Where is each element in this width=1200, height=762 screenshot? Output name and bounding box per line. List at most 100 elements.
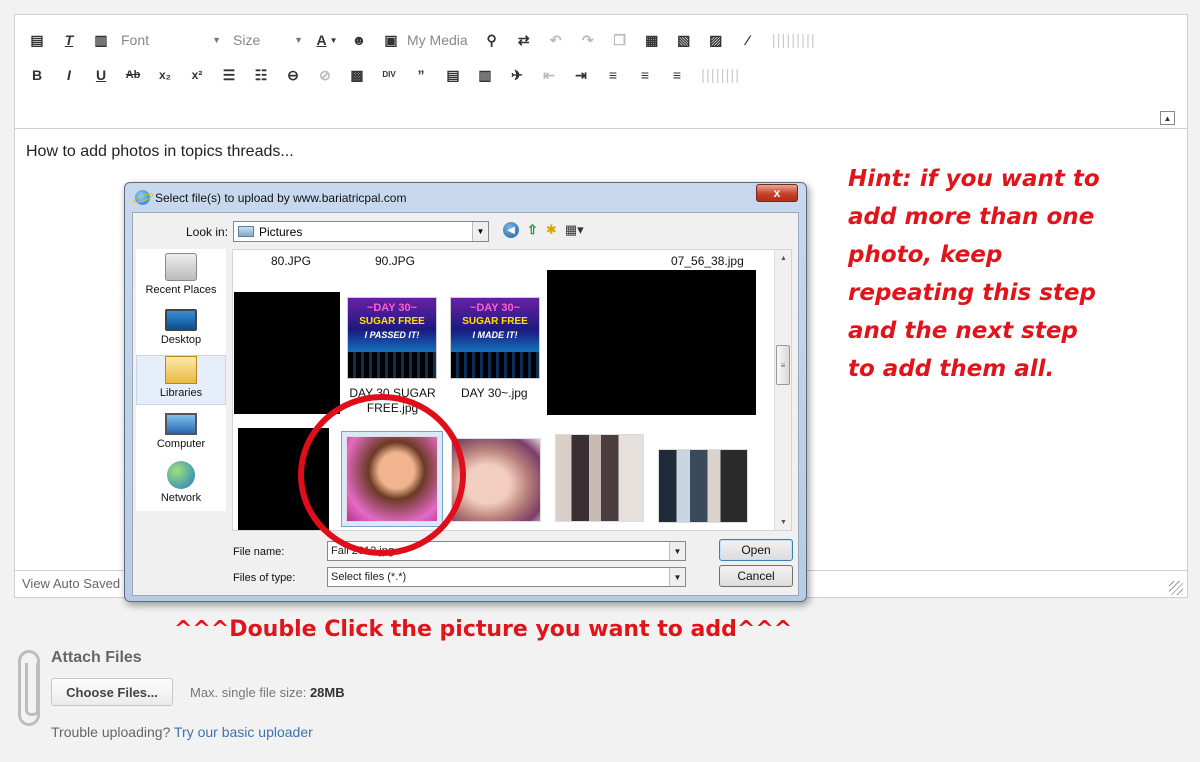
paste-icon[interactable]: ▥ bbox=[89, 28, 113, 52]
place-recent-places[interactable]: Recent Places bbox=[136, 253, 226, 301]
bold-icon[interactable]: B bbox=[25, 63, 49, 87]
dialog-titlebar[interactable]: Select file(s) to upload by www.bariatri… bbox=[135, 190, 406, 205]
open-button[interactable]: Open bbox=[719, 539, 793, 561]
place-computer[interactable]: Computer bbox=[136, 409, 226, 457]
thumbnail-text: SUGAR FREE bbox=[359, 316, 425, 327]
scroll-up-icon[interactable]: ▲ bbox=[775, 250, 791, 266]
place-label: Desktop bbox=[160, 334, 202, 346]
hint-line: to add them all. bbox=[848, 356, 1055, 382]
font-select[interactable]: Font ▼ bbox=[121, 28, 221, 52]
toolbar-grip-icon: |||||||| bbox=[701, 66, 741, 84]
save-icon[interactable]: ▣ bbox=[379, 28, 403, 52]
up-folder-icon[interactable]: ⇧ bbox=[527, 222, 538, 238]
files-of-type-select[interactable]: Select files (*.*) ▼ bbox=[327, 567, 686, 587]
emoji-icon[interactable]: ☻ bbox=[347, 28, 371, 52]
file-upload-dialog[interactable]: Select file(s) to upload by www.bariatri… bbox=[124, 182, 807, 602]
div-icon[interactable]: DIV bbox=[377, 63, 401, 87]
editor-content-text[interactable]: How to add photos in topics threads... bbox=[26, 143, 294, 161]
chevron-down-icon[interactable]: ▼ bbox=[472, 222, 488, 241]
computer-icon bbox=[165, 413, 197, 435]
file-list-scrollbar[interactable]: ▲ ≡ ▼ bbox=[774, 250, 791, 530]
undo-icon[interactable]: ↶ bbox=[544, 28, 568, 52]
thumbnail-text: SUGAR FREE bbox=[462, 316, 528, 327]
file-item-label[interactable]: DAY 30~.jpg bbox=[461, 386, 528, 400]
file-item-label[interactable]: 07_56_38.jpg bbox=[671, 254, 744, 268]
dialog-nav-buttons: ◀ ⇧ ✱ ▦▾ bbox=[503, 222, 592, 238]
replace-icon[interactable]: ⇄ bbox=[512, 28, 536, 52]
resize-handle-icon[interactable] bbox=[1169, 581, 1183, 595]
toolbar-row-1: ▤ T ▥ Font ▼ Size ▼ A ▼ ☻ ▣ My Media ⚲ ⇄ ↶ … bbox=[25, 27, 816, 53]
redacted-thumbnail[interactable] bbox=[234, 292, 340, 414]
file-item-label[interactable]: 80.JPG bbox=[271, 254, 311, 268]
hint-line: repeating this step bbox=[848, 280, 1096, 306]
instruction-annotation: ^^^Double Click the picture you want to … bbox=[174, 617, 793, 642]
bulleted-list-icon[interactable]: ☰ bbox=[217, 63, 241, 87]
numbered-list-icon[interactable]: ☷ bbox=[249, 63, 273, 87]
file-item-label[interactable]: 90.JPG bbox=[375, 254, 415, 268]
italic-icon[interactable]: I bbox=[57, 63, 81, 87]
collapse-toolbar-icon[interactable]: ▲ bbox=[1160, 111, 1175, 125]
align-left-icon[interactable]: ≡ bbox=[601, 63, 625, 87]
redacted-thumbnail[interactable] bbox=[547, 270, 756, 415]
new-folder-icon[interactable]: ✱ bbox=[546, 222, 557, 238]
place-desktop[interactable]: Desktop bbox=[136, 305, 226, 353]
text-color-icon[interactable]: A ▼ bbox=[315, 28, 339, 52]
dialog-title: Select file(s) to upload by www.bariatri… bbox=[155, 190, 407, 205]
scroll-down-icon[interactable]: ▼ bbox=[775, 514, 791, 530]
file-thumbnail-day30-sugar-free[interactable]: ~DAY 30~ SUGAR FREE I PASSED IT! bbox=[347, 297, 437, 379]
thumbnail-text: I MADE IT! bbox=[472, 330, 518, 340]
red-circle-annotation bbox=[298, 394, 466, 556]
remove-format-icon[interactable]: T bbox=[57, 28, 81, 52]
place-label: Recent Places bbox=[145, 284, 217, 296]
image-icon[interactable]: ▩ bbox=[345, 63, 369, 87]
paste-special-icon[interactable]: ▨ bbox=[704, 28, 728, 52]
superscript-icon[interactable]: x² bbox=[185, 63, 209, 87]
strikethrough-icon[interactable]: Ab bbox=[121, 63, 145, 87]
choose-files-button[interactable]: Choose Files... bbox=[51, 678, 173, 706]
file-thumbnail-before-after[interactable] bbox=[658, 449, 748, 523]
code-icon[interactable]: ▥ bbox=[473, 63, 497, 87]
size-select[interactable]: Size ▼ bbox=[233, 28, 303, 52]
align-right-icon[interactable]: ≡ bbox=[665, 63, 689, 87]
table-icon[interactable]: ▤ bbox=[441, 63, 465, 87]
indent-icon[interactable]: ⇥ bbox=[569, 63, 593, 87]
redo-icon[interactable]: ↷ bbox=[576, 28, 600, 52]
view-menu-icon[interactable]: ▦▾ bbox=[565, 222, 584, 238]
place-label: Network bbox=[160, 492, 202, 504]
source-icon[interactable]: ▤ bbox=[25, 28, 49, 52]
thumbnail-crowd-art bbox=[451, 352, 539, 378]
place-network[interactable]: Network bbox=[136, 461, 226, 509]
paste-word-icon[interactable]: ▧ bbox=[672, 28, 696, 52]
my-media-button[interactable]: My Media bbox=[407, 28, 468, 52]
align-center-icon[interactable]: ≡ bbox=[633, 63, 657, 87]
cancel-button[interactable]: Cancel bbox=[719, 565, 793, 587]
paste-text-icon[interactable]: ▦ bbox=[640, 28, 664, 52]
look-in-label: Look in: bbox=[186, 225, 229, 239]
copy-icon[interactable]: ❐ bbox=[608, 28, 632, 52]
file-thumbnail-day30[interactable]: ~DAY 30~ SUGAR FREE I MADE IT! bbox=[450, 297, 540, 379]
place-libraries[interactable]: Libraries bbox=[136, 355, 226, 405]
toolbar-grip-icon: ||||||||| bbox=[771, 31, 816, 49]
look-in-select[interactable]: Pictures ▼ bbox=[233, 221, 489, 242]
subscript-icon[interactable]: x₂ bbox=[153, 63, 177, 87]
chevron-down-icon[interactable]: ▼ bbox=[669, 568, 685, 586]
quote-icon[interactable]: ” bbox=[409, 63, 433, 87]
underline-icon[interactable]: U bbox=[89, 63, 113, 87]
twitter-icon[interactable]: ✈ bbox=[505, 63, 529, 87]
thumbnail-crowd-art bbox=[348, 352, 436, 378]
view-auto-saved-link[interactable]: View Auto Saved bbox=[22, 576, 120, 591]
places-bar: Recent Places Desktop Libraries Computer… bbox=[136, 249, 226, 511]
chevron-down-icon[interactable]: ▼ bbox=[669, 542, 685, 560]
link-icon[interactable]: ⊖ bbox=[281, 63, 305, 87]
thumbnail-text: ~DAY 30~ bbox=[366, 302, 418, 314]
outdent-icon[interactable]: ⇤ bbox=[537, 63, 561, 87]
search-icon[interactable]: ⚲ bbox=[480, 28, 504, 52]
close-icon[interactable]: x bbox=[756, 184, 798, 202]
basic-uploader-link[interactable]: Try our basic uploader bbox=[174, 724, 313, 740]
magic-wand-icon[interactable]: ⁄ bbox=[736, 28, 760, 52]
back-icon[interactable]: ◀ bbox=[503, 222, 519, 238]
scroll-thumb[interactable]: ≡ bbox=[776, 345, 790, 385]
file-thumbnail-collage[interactable] bbox=[555, 434, 644, 522]
unlink-icon[interactable]: ⊘ bbox=[313, 63, 337, 87]
recent-places-icon bbox=[165, 253, 197, 281]
